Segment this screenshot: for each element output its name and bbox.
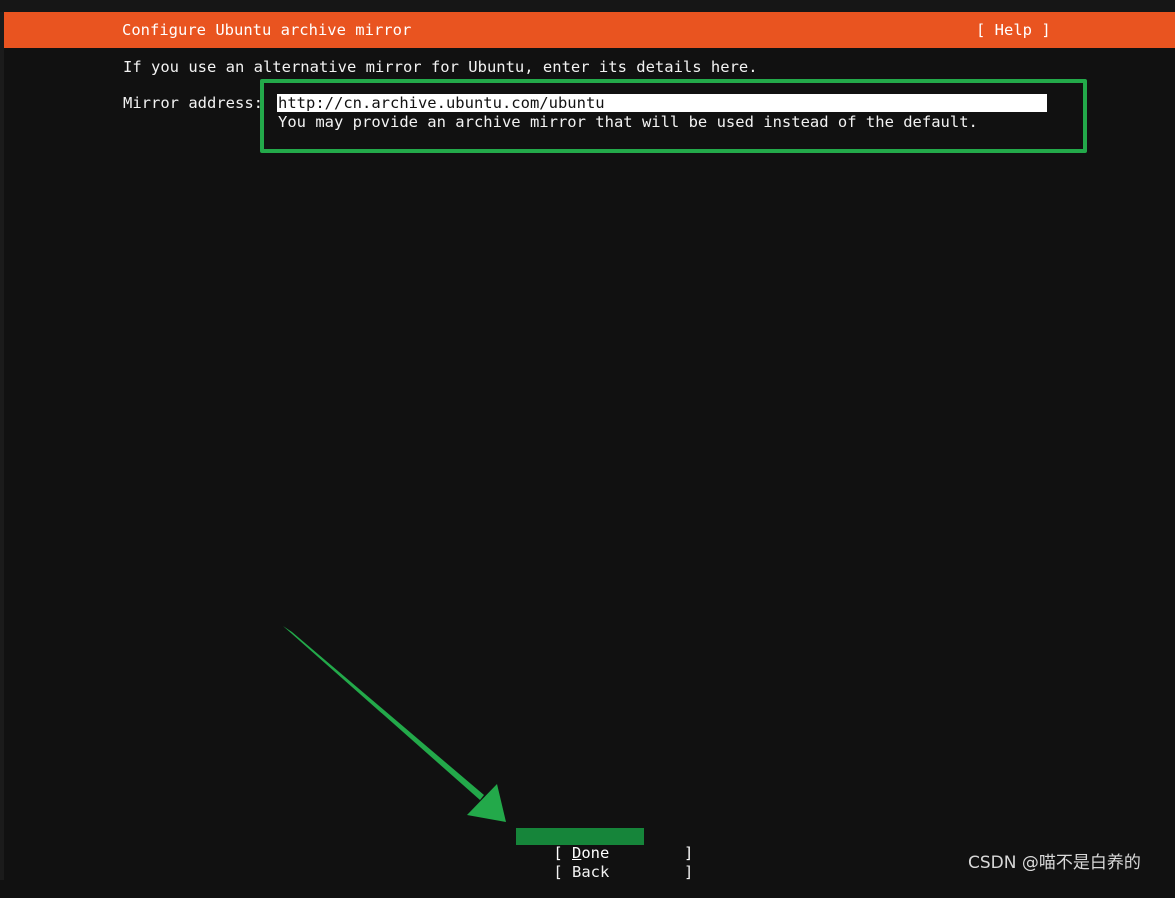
left-edge: [0, 12, 4, 880]
back-close-bracket: ]: [609, 863, 694, 881]
done-button[interactable]: [ Done ]: [516, 828, 693, 862]
arrow-icon-shaft: [283, 626, 484, 800]
arrow-icon-head: [467, 784, 506, 822]
mirror-address-label: Mirror address:: [123, 94, 263, 112]
back-label: Back: [572, 863, 610, 881]
installer-screen: Configure Ubuntu archive mirror [ Help ]…: [0, 0, 1175, 881]
top-strip: [0, 0, 1175, 12]
page-title: Configure Ubuntu archive mirror: [122, 21, 412, 39]
header-bar: Configure Ubuntu archive mirror [ Help ]: [4, 12, 1175, 48]
back-open-bracket: [: [553, 863, 572, 881]
help-button[interactable]: [ Help ]: [976, 21, 1051, 39]
back-button[interactable]: [ Back ]: [516, 847, 693, 881]
annotation-highlight-box: [260, 79, 1087, 153]
watermark: CSDN @喵不是白养的: [968, 853, 1141, 873]
intro-text: If you use an alternative mirror for Ubu…: [123, 58, 758, 76]
